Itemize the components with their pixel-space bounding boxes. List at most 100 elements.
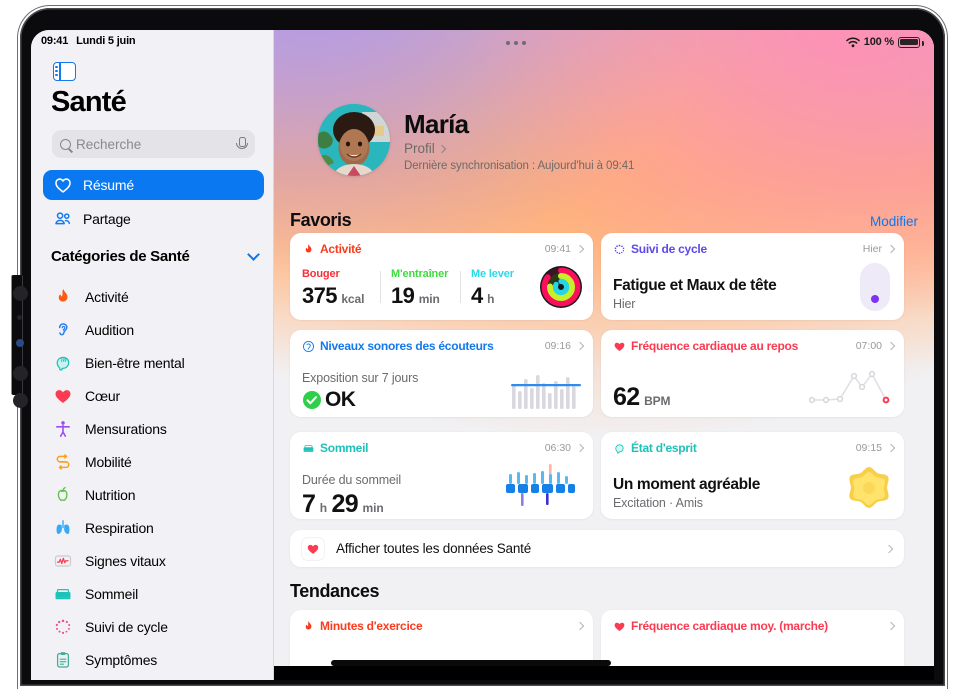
- card-subtext: Durée du sommeil: [302, 473, 402, 487]
- flame-icon: [305, 243, 312, 252]
- card-header: Fréquence cardiaque au repos 07:00: [613, 339, 896, 353]
- two-people-icon: [55, 212, 71, 225]
- sidebar-section-categories[interactable]: Catégories de Santé: [51, 244, 262, 268]
- sidebar-item-label: Suivi de cycle: [85, 618, 168, 635]
- all-health-data-row[interactable]: Afficher toutes les données Santé: [290, 530, 904, 567]
- status-time: 09:41: [41, 35, 69, 47]
- card-subtext: Exposition sur 7 jours: [302, 371, 419, 385]
- check-circle-icon: [303, 391, 321, 409]
- flame-icon: [305, 620, 312, 629]
- profile-link[interactable]: Profil: [404, 141, 447, 156]
- mood-star: [849, 467, 889, 508]
- sidebar-item-sommeil[interactable]: Sommeil: [53, 577, 268, 610]
- card-niveaux-sonores[interactable]: Niveaux sonores des écouteurs 09:16 Expo…: [290, 330, 593, 417]
- multitask-handle-icon[interactable]: [506, 41, 526, 45]
- search-input[interactable]: Recherche: [52, 130, 255, 158]
- modifier-button[interactable]: Modifier: [870, 214, 918, 229]
- microphone-icon[interactable]: [235, 137, 248, 151]
- chevron-down-icon[interactable]: [247, 247, 260, 261]
- divider: [460, 271, 461, 303]
- card-title: Suivi de cycle: [631, 242, 707, 256]
- sidebar-item-nutrition[interactable]: Nutrition: [53, 478, 268, 511]
- card-header: Suivi de cycle Hier: [613, 242, 896, 256]
- chevron-right-icon: [575, 341, 585, 351]
- chevron-right-icon: [886, 621, 896, 631]
- heart-line: [808, 370, 890, 404]
- card-value: 62: [613, 383, 640, 411]
- card-title: État d'esprit: [631, 441, 697, 455]
- cycle-pill: [860, 263, 890, 311]
- metric-label: M'entraîner: [391, 268, 449, 280]
- sidebar-section-label: Catégories de Santé: [51, 247, 190, 265]
- sidebar-item-respiration[interactable]: Respiration: [53, 511, 268, 544]
- chevron-right-icon: [575, 244, 585, 254]
- chevron-right-icon: [886, 341, 896, 351]
- wifi-icon: [846, 37, 860, 48]
- card-header: Niveaux sonores des écouteurs 09:16: [302, 339, 585, 353]
- sidebar-item-mobilite[interactable]: Mobilité: [53, 445, 268, 478]
- sidebar-item-label: Partage: [83, 211, 131, 227]
- sidebar-item-coeur[interactable]: Cœur: [53, 379, 268, 412]
- sidebar-item-partage[interactable]: Partage: [43, 204, 264, 234]
- battery-full-icon: [898, 36, 925, 48]
- favoris-title: Favoris: [290, 210, 352, 230]
- sidebar-item-activite[interactable]: Activité: [53, 280, 268, 313]
- ear-icon: [58, 322, 68, 335]
- sidebar-item-label: Sommeil: [85, 585, 139, 602]
- chevron-right-icon: [575, 443, 585, 453]
- activity-rings: [540, 266, 582, 308]
- profile-name: María: [404, 109, 469, 139]
- card-unit-minutes: min: [362, 501, 384, 515]
- sidebar-item-label: Audition: [85, 321, 134, 338]
- bottom-overscroll-bar: [274, 666, 934, 680]
- sidebar-item-label: Mobilité: [85, 453, 132, 470]
- sidebar: 09:41 Lundi 5 juin Santé Recherche Résum…: [31, 30, 274, 680]
- metric-unit: min: [418, 292, 440, 306]
- sidebar-item-signes-vitaux[interactable]: Signes vitaux: [53, 544, 268, 577]
- card-header: Sommeil 06:30: [302, 441, 585, 455]
- body-figure-icon: [56, 420, 70, 437]
- card-sommeil[interactable]: Sommeil 06:30 Durée du sommeil 7 h 29 mi…: [290, 432, 593, 519]
- card-header: Fréquence cardiaque moy. (marche): [613, 619, 896, 633]
- heart-filled-icon: [302, 537, 324, 560]
- card-time: 09:41: [544, 243, 571, 255]
- sidebar-item-mensurations[interactable]: Mensurations: [53, 412, 268, 445]
- divider: [380, 271, 381, 303]
- bed-icon: [303, 444, 314, 452]
- avatar[interactable]: [318, 104, 390, 176]
- sidebar-item-suivi-de-cycle[interactable]: Suivi de cycle: [53, 610, 268, 643]
- card-title: Sommeil: [320, 441, 369, 455]
- apple-icon: [57, 486, 68, 501]
- sidebar-item-resume[interactable]: Résumé: [43, 170, 264, 200]
- profile-link-label: Profil: [404, 141, 435, 156]
- device-side-mic: [17, 315, 22, 320]
- card-frequence-cardiaque-repos[interactable]: Fréquence cardiaque au repos 07:00 62 BP…: [601, 330, 904, 417]
- metric-label: Bouger: [302, 268, 340, 280]
- card-suivi-de-cycle[interactable]: Suivi de cycle Hier Fatigue et Maux de t…: [601, 233, 904, 320]
- sidebar-item-bien-etre-mental[interactable]: Bien-être mental: [53, 346, 268, 379]
- search-placeholder: Recherche: [76, 136, 142, 152]
- card-headline: Fatigue et Maux de tête: [613, 277, 777, 294]
- sleep-bars: [506, 464, 575, 506]
- metric-me-lever: Me lever 4 h: [471, 268, 514, 309]
- profile-sync-text: Dernière synchronisation : Aujourd'hui à…: [404, 160, 635, 172]
- sidebar-item-label: Mensurations: [85, 420, 167, 437]
- sidebar-item-symptomes[interactable]: Symptômes: [53, 643, 268, 676]
- metric-unit: kcal: [341, 292, 365, 306]
- chevron-right-icon: [886, 443, 896, 453]
- metric-unit: h: [487, 292, 495, 306]
- sidebar-item-audition[interactable]: Audition: [53, 313, 268, 346]
- card-header: Minutes d'exercice: [302, 619, 585, 633]
- heart-outline-icon: [55, 178, 71, 193]
- sidebar-toggle-icon[interactable]: [53, 62, 76, 81]
- card-etat-d-esprit[interactable]: État d'esprit 09:15 Un moment agréable E…: [601, 432, 904, 519]
- tendances-header: Tendances: [290, 581, 918, 602]
- card-activite[interactable]: Activité 09:41 Bouger 375 kcal M'entraîn…: [290, 233, 593, 320]
- card-title: Fréquence cardiaque au repos: [631, 339, 799, 353]
- horizontal-scrollbar[interactable]: [331, 660, 611, 666]
- device-side-button-3: [13, 393, 28, 408]
- ipad-device: 09:41 Lundi 5 juin Santé Recherche Résum…: [0, 0, 960, 694]
- heart-filled-icon: [614, 342, 625, 351]
- head-profile-icon: [615, 443, 624, 453]
- clipboard-icon: [56, 651, 70, 668]
